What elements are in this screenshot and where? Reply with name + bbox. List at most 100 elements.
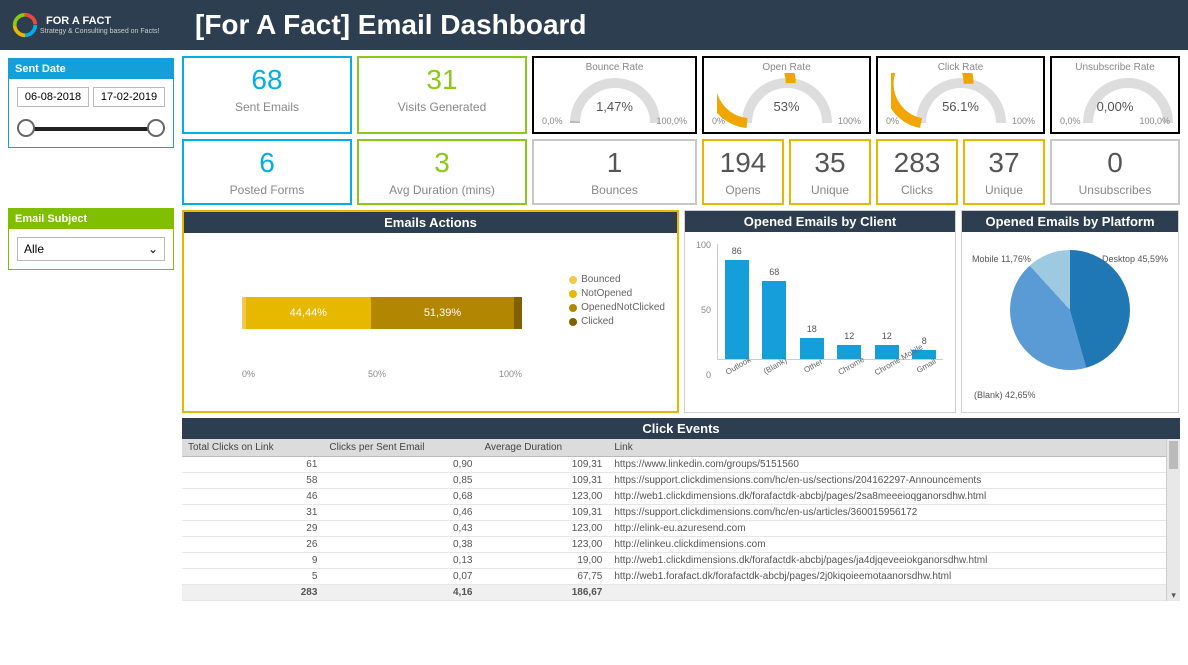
unsubs-label: Unsubscribes [1056,183,1174,197]
visits-value: 31 [363,64,521,96]
unsub-rate-gauge[interactable]: Unsubscribe Rate 0,0%100,0%0,00% [1050,56,1180,134]
date-from-input[interactable]: 06-08-2018 [17,87,89,107]
sent-date-filter: Sent Date 06-08-2018 17-02-2019 [8,58,174,148]
by-client-title: Opened Emails by Client [685,211,955,232]
table-row[interactable]: 460,68123,00http://web1.clickdimensions.… [182,489,1166,505]
gauge-min: 0% [712,116,725,126]
table-row[interactable]: 90,1319,00http://web1.clickdimensions.dk… [182,553,1166,569]
page-title: [For A Fact] Email Dashboard [195,9,587,41]
table-header[interactable]: Link [608,439,1166,457]
gauge-value: 53% [704,99,869,114]
sidebar: Sent Date 06-08-2018 17-02-2019 Email Su… [0,50,182,665]
visits-label: Visits Generated [363,100,521,114]
unsub-rate-title: Unsubscribe Rate [1058,62,1172,73]
slider-handle-left[interactable] [17,119,35,137]
posted-forms-label: Posted Forms [188,183,346,197]
logo: FOR A FACT Strategy & Consulting based o… [10,10,185,40]
unsubs-card[interactable]: 0 Unsubscribes [1050,139,1180,205]
client-bar-label: Outlook [723,355,768,403]
legend-item[interactable]: OpenedNotClicked [569,302,665,313]
gauge-value: 56.1% [878,99,1043,114]
client-bar-label: (Blank) [760,355,805,403]
header-bar: FOR A FACT Strategy & Consulting based o… [0,0,1188,50]
table-row[interactable]: 260,38123,00http://elinkeu.clickdimensio… [182,537,1166,553]
click-rate-title: Click Rate [884,62,1037,73]
date-to-input[interactable]: 17-02-2019 [93,87,165,107]
axis-tick: 50% [368,369,386,379]
brand-name: FOR A FACT [46,15,159,27]
opens-value: 194 [708,147,778,179]
stack-segment[interactable] [514,297,522,329]
client-bar[interactable]: 86 [725,260,749,359]
emails-actions-chart[interactable]: Emails Actions 44,44%51,39% BouncedNotOp… [182,210,679,413]
avg-duration-card[interactable]: 3 Avg Duration (mins) [357,139,527,205]
stack-segment[interactable]: 51,39% [371,297,515,329]
email-subject-filter: Email Subject Alle ⌄ [8,208,174,270]
table-header[interactable]: Average Duration [478,439,608,457]
stack-segment[interactable]: 44,44% [246,297,370,329]
legend-item[interactable]: Bounced [569,274,665,285]
opens-unique-value: 35 [795,147,865,179]
gauge-min: 0% [886,116,899,126]
visits-card[interactable]: 31 Visits Generated [357,56,527,134]
legend-item[interactable]: NotOpened [569,288,665,299]
table-row[interactable]: 580,85109,31https://support.clickdimensi… [182,473,1166,489]
posted-forms-card[interactable]: 6 Posted Forms [182,139,352,205]
clicks-unique-card[interactable]: 37 Unique [963,139,1045,205]
gauge-min: 0,0% [1060,116,1081,126]
table-header[interactable]: Total Clicks on Link [182,439,323,457]
client-bar-label: Chrome [836,355,881,403]
client-bar[interactable]: 68 [762,281,786,359]
table-total-row: 2834,16186,67 [182,585,1166,601]
table-row[interactable]: 310,46109,31https://support.clickdimensi… [182,505,1166,521]
pie-chart-icon[interactable] [1010,250,1130,370]
pie-label-blank: (Blank) 42,65% [974,390,1036,400]
bounce-rate-gauge[interactable]: Bounce Rate 0,0%100,0%1,47% [532,56,697,134]
email-subject-value: Alle [24,242,44,256]
click-rate-gauge[interactable]: Click Rate 0%100%56.1% [876,56,1045,134]
clicks-label: Clicks [882,183,952,197]
scroll-down-icon[interactable]: ▾ [1167,590,1180,601]
date-slider[interactable] [17,117,165,139]
bounces-card[interactable]: 1 Bounces [532,139,697,205]
email-subject-label: Email Subject [9,209,173,229]
table-row[interactable]: 610,90109,31https://www.linkedin.com/gro… [182,457,1166,473]
pie-label-desktop: Desktop 45,59% [1102,254,1168,264]
opens-unique-card[interactable]: 35 Unique [789,139,871,205]
y-tick: 100 [696,240,711,250]
open-rate-gauge[interactable]: Open Rate 0%100%53% [702,56,871,134]
open-rate-title: Open Rate [710,62,863,73]
by-client-chart[interactable]: Opened Emails by Client 100500 866818121… [684,210,956,413]
click-events-table[interactable]: Total Clicks on LinkClicks per Sent Emai… [182,439,1166,601]
legend-item[interactable]: Clicked [569,316,665,327]
table-scrollbar[interactable]: ▴ ▾ [1166,439,1180,601]
by-platform-chart[interactable]: Opened Emails by Platform Desktop 45,59%… [961,210,1179,413]
clicks-value: 283 [882,147,952,179]
clicks-card[interactable]: 283 Clicks [876,139,958,205]
posted-forms-value: 6 [188,147,346,179]
avg-duration-value: 3 [363,147,521,179]
scroll-thumb[interactable] [1169,441,1178,469]
table-header[interactable]: Clicks per Sent Email [323,439,478,457]
unsubs-value: 0 [1056,147,1174,179]
client-bar-label: Gmail [911,355,956,403]
gauge-min: 0,0% [542,116,563,126]
axis-tick: 0% [242,369,255,379]
table-row[interactable]: 290,43123,00http://elink-eu.azuresend.co… [182,521,1166,537]
brand-tagline: Strategy & Consulting based on Facts! [40,28,159,35]
sent-date-label: Sent Date [9,59,173,79]
gauge-max: 100,0% [1139,116,1170,126]
table-row[interactable]: 50,0767,75http://web1.forafact.dk/forafa… [182,569,1166,585]
by-platform-title: Opened Emails by Platform [962,211,1178,232]
slider-handle-right[interactable] [147,119,165,137]
opens-label: Opens [708,183,778,197]
client-bar-label: Chrome Mobile [873,355,918,403]
client-bar-label: Other [798,355,843,403]
email-subject-select[interactable]: Alle ⌄ [17,237,165,261]
bounces-label: Bounces [538,183,691,197]
opens-card[interactable]: 194 Opens [702,139,784,205]
sent-emails-card[interactable]: 68 Sent Emails [182,56,352,134]
gauge-value: 1,47% [534,99,695,114]
chevron-down-icon: ⌄ [148,242,158,256]
pie-label-mobile: Mobile 11,76% [972,254,1031,264]
